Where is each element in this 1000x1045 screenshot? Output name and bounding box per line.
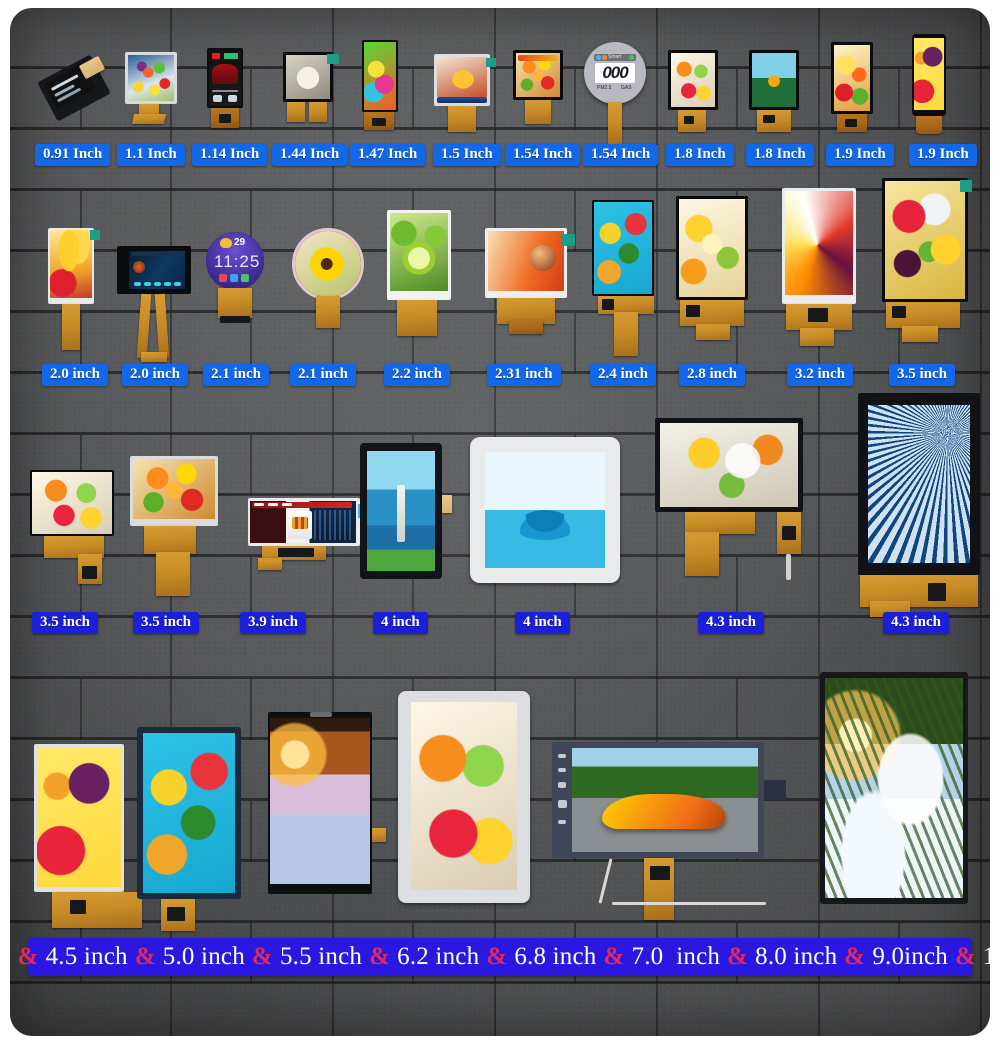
gauge-status-text: Smart <box>608 54 622 60</box>
display-module-3-2[interactable] <box>782 188 870 360</box>
banner-size-9: 10.1 inch <box>983 943 1000 970</box>
size-label-1-47: 1.47 Inch <box>350 144 426 166</box>
display-module-1-1[interactable] <box>125 52 181 130</box>
display-module-3-5[interactable] <box>882 178 976 360</box>
size-label-1-8-a: 1.8 Inch <box>666 144 734 166</box>
banner-sep-8: & <box>955 943 977 970</box>
display-module-1-47[interactable] <box>362 40 408 136</box>
size-label-1-54-b: 1.54 Inch <box>583 144 659 166</box>
banner-sep-3: & <box>369 943 391 970</box>
display-module-10-1[interactable] <box>820 672 976 912</box>
size-label-4-3-a: 4.3 inch <box>698 612 765 634</box>
banner-size-8: 9.0inch <box>872 943 949 970</box>
size-label-2-2: 2.2 inch <box>384 364 451 386</box>
display-module-2-2[interactable] <box>387 210 467 356</box>
size-label-1-1: 1.1 Inch <box>117 144 185 166</box>
size-label-2-0-a: 2.0 inch <box>42 364 109 386</box>
size-label-1-14: 1.14 Inch <box>192 144 268 166</box>
size-label-3-5-row3-b: 3.5 inch <box>133 612 200 634</box>
display-module-5-0[interactable] <box>268 712 386 902</box>
display-module-2-8[interactable] <box>676 196 760 360</box>
display-module-2-0-a[interactable] <box>48 228 110 352</box>
display-module-0-91[interactable] <box>37 54 111 122</box>
display-module-1-44[interactable] <box>283 52 341 134</box>
display-module-1-9-a[interactable] <box>831 42 883 138</box>
gauge-left-label: PM2.5 <box>597 85 612 91</box>
display-module-1-14[interactable] <box>207 48 253 134</box>
display-module-5-5[interactable] <box>398 691 532 905</box>
banner-size-1: 4.5 inch <box>45 943 128 970</box>
display-module-3-5-row3-b[interactable] <box>130 456 240 604</box>
display-module-1-54-round-gauge[interactable]: Smart 000 PM2.5 GAS <box>584 42 648 144</box>
display-module-2-31[interactable] <box>485 228 579 366</box>
size-label-2-1-b: 2.1 inch <box>290 364 357 386</box>
display-module-1-9-b[interactable] <box>912 34 964 138</box>
size-label-1-5: 1.5 Inch <box>433 144 501 166</box>
size-label-0-91: 0.91 Inch <box>35 144 111 166</box>
size-label-1-9-a: 1.9 Inch <box>826 144 894 166</box>
display-module-4-inch-white[interactable] <box>470 437 622 585</box>
banner-sep-6: & <box>727 943 749 970</box>
size-label-3-5-row3-a: 3.5 inch <box>32 612 99 634</box>
banner-size-7: 8.0 inch <box>755 943 838 970</box>
display-module-2-1-round-flower[interactable] <box>292 228 368 340</box>
bottom-size-banner: 4.41inch & 4.5 inch & 5.0 inch & 5.5 inc… <box>0 938 1000 976</box>
banner-size-4: 6.2 inch <box>397 943 480 970</box>
size-label-2-8: 2.8 inch <box>679 364 746 386</box>
banner-size-6: 7.0 inch <box>631 943 721 970</box>
product-display-board: Smart 000 PM2.5 GAS 0.91 Inch 1.1 Inch 1… <box>0 0 1000 1045</box>
size-label-4-inch-b: 4 inch <box>515 612 570 634</box>
display-module-6-2-car-monitor[interactable] <box>552 742 802 920</box>
banner-size-3: 5.5 inch <box>279 943 363 970</box>
banner-sep-5: & <box>603 943 625 970</box>
banner-size-5: 6.8 inch <box>514 943 597 970</box>
banner-size-2: 5.0 inch <box>162 943 245 970</box>
display-module-4-inch-black[interactable] <box>360 443 458 585</box>
banner-size-0: 4.41inch <box>0 943 11 970</box>
display-module-1-54-a[interactable] <box>513 50 567 134</box>
banner-sep-0: & <box>17 943 39 970</box>
display-module-4-3-b[interactable] <box>858 393 988 618</box>
size-label-2-4: 2.4 inch <box>590 364 657 386</box>
display-module-1-8-b[interactable] <box>749 50 805 136</box>
size-label-4-inch-a: 4 inch <box>373 612 428 634</box>
size-label-2-1-a: 2.1 inch <box>203 364 270 386</box>
display-module-4-3-a[interactable] <box>655 418 815 588</box>
banner-sep-7: & <box>844 943 866 970</box>
display-module-4-5[interactable] <box>137 727 247 932</box>
size-label-3-2: 3.2 inch <box>787 364 854 386</box>
display-module-2-0-b[interactable] <box>117 246 203 362</box>
size-label-3-5-row2: 3.5 inch <box>889 364 956 386</box>
display-module-3-5-row3-a[interactable] <box>30 470 140 590</box>
size-label-1-44: 1.44 Inch <box>272 144 348 166</box>
display-module-1-5[interactable] <box>434 54 496 136</box>
size-label-1-8-b: 1.8 Inch <box>746 144 814 166</box>
display-module-4-41[interactable] <box>34 744 154 932</box>
size-label-2-0-b: 2.0 inch <box>122 364 189 386</box>
watch-temperature: 29 <box>234 237 246 248</box>
gauge-value: 000 <box>602 63 628 82</box>
size-label-4-3-b: 4.3 inch <box>883 612 950 634</box>
gauge-right-label: GAS <box>621 85 632 91</box>
display-module-2-1-round-watch[interactable]: 29 11:25 <box>206 232 268 342</box>
banner-sep-4: & <box>486 943 508 970</box>
size-label-1-9-b: 1.9 Inch <box>909 144 977 166</box>
size-label-3-9: 3.9 inch <box>240 612 307 634</box>
display-module-2-4[interactable] <box>592 200 670 360</box>
size-label-1-54-a: 1.54 Inch <box>505 144 581 166</box>
watch-time: 11:25 <box>214 252 261 271</box>
display-module-3-9[interactable] <box>248 498 366 572</box>
banner-sep-1: & <box>134 943 156 970</box>
banner-sep-2: & <box>251 943 273 970</box>
display-module-1-8-a[interactable] <box>668 50 724 136</box>
size-label-2-31: 2.31 inch <box>487 364 561 386</box>
